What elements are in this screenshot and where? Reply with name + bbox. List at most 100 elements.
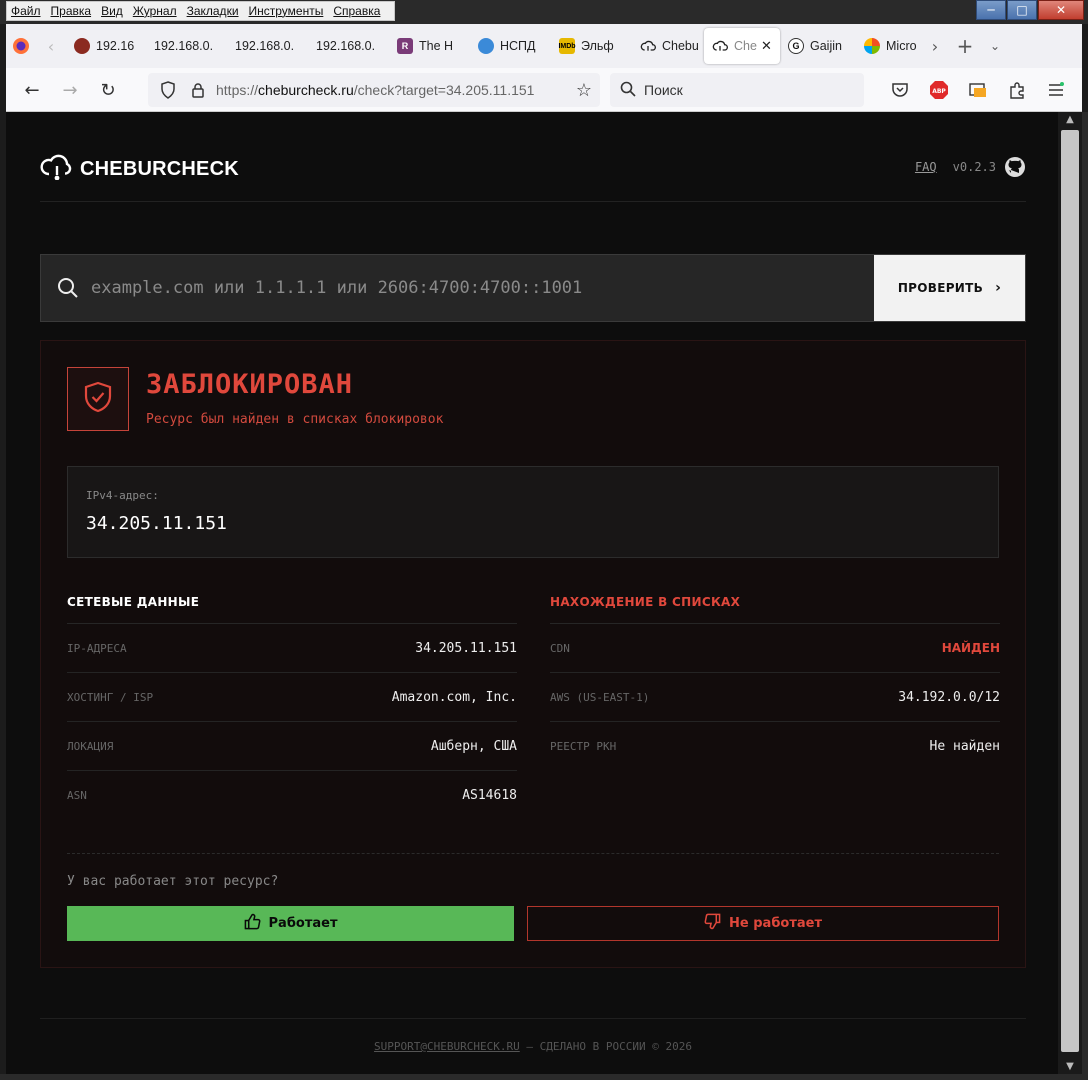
url-text: https://cheburcheck.ru/check?target=34.2… [216, 82, 534, 98]
tab-label: Эльф [581, 39, 614, 53]
row-value: 34.205.11.151 [415, 640, 517, 656]
tab-label: Micro [886, 39, 917, 53]
table-row: AWS (US-EAST-1) 34.192.0.0/12 [550, 673, 1000, 722]
check-button-label: ПРОВЕРИТЬ [897, 281, 984, 295]
tab-label: 192.168.0. [235, 39, 295, 53]
scrollbar-thumb[interactable] [1061, 130, 1079, 1052]
search-icon [620, 81, 636, 100]
tab-favicon-icon [74, 38, 90, 54]
menu-view[interactable]: Вид [101, 4, 123, 18]
back-icon[interactable]: ← [20, 78, 44, 102]
page-viewport: CHEBURCHECK FAQ v0.2.3 ПРОВЕРИТЬ › ЗАБЛО… [6, 112, 1058, 1074]
site-logo[interactable]: CHEBURCHECK [40, 152, 239, 186]
shield-check-icon [83, 381, 113, 417]
check-form: ПРОВЕРИТЬ › [40, 254, 1026, 322]
divider [67, 853, 999, 854]
screenshot-icon[interactable] [966, 78, 990, 102]
lock-icon[interactable] [188, 80, 208, 100]
tab-label: Gaijin [810, 39, 842, 53]
tab-the-h[interactable]: R The H [389, 28, 470, 64]
tab-label: The H [419, 39, 454, 53]
ip-label: IPv4-адрес: [86, 489, 159, 502]
tab-192-2[interactable]: 192.168.0. [146, 28, 227, 64]
list-all-tabs-icon[interactable]: ⌄ [980, 28, 1010, 64]
works-button-label: Работает [268, 916, 338, 931]
menu-history[interactable]: Журнал [133, 4, 177, 18]
adblock-icon[interactable]: ABP [927, 78, 951, 102]
reload-icon[interactable]: ↻ [96, 78, 120, 102]
minimize-button[interactable]: ─ [976, 0, 1006, 20]
tabs-scroll-left-icon[interactable]: ‹ [36, 28, 66, 64]
bookmark-star-icon[interactable]: ☆ [576, 80, 592, 101]
menu-edit[interactable]: Правка [51, 4, 92, 18]
tab-192-4[interactable]: 192.168.0. [308, 28, 389, 64]
menu-bar: Файл Правка Вид Журнал Закладки Инструме… [0, 0, 1088, 24]
tab-cheburcheck-active[interactable]: Che ✕ [704, 28, 780, 64]
footer-copyright: — СДЕЛАНО В РОССИИ © 2026 [519, 1040, 692, 1053]
row-key: CDN [550, 641, 570, 655]
page-scrollbar[interactable]: ▲ ▼ [1058, 112, 1082, 1074]
row-value: Amazon.com, Inc. [391, 689, 517, 705]
github-icon[interactable] [1004, 156, 1026, 178]
tab-nspd[interactable]: НСПД [470, 28, 551, 64]
url-prefix: https:// [216, 82, 259, 98]
tab-label: 192.16 [96, 39, 135, 53]
scroll-up-icon[interactable]: ▲ [1058, 114, 1082, 125]
tab-favicon-icon: G [788, 38, 804, 54]
tab-192-1[interactable]: 192.16 [66, 28, 146, 64]
row-value: Не найден [929, 739, 1000, 754]
menu-list: Файл Правка Вид Журнал Закладки Инструме… [6, 1, 396, 21]
firefox-icon[interactable] [6, 28, 36, 64]
scroll-down-icon[interactable]: ▼ [1058, 1061, 1082, 1072]
menu-help[interactable]: Справка [333, 4, 380, 18]
tracking-shield-icon[interactable] [158, 80, 178, 100]
feedback-question: У вас работает этот ресурс? [67, 874, 279, 889]
tab-gaijin[interactable]: G Gaijin [780, 28, 856, 64]
tab-close-icon[interactable]: ✕ [761, 38, 772, 54]
cloud-icon [640, 38, 656, 54]
works-button[interactable]: Работает [67, 906, 514, 941]
row-key: AWS (US-EAST-1) [550, 690, 650, 704]
tab-label: НСПД [500, 39, 536, 53]
tab-favicon-icon: IMDb [558, 38, 576, 54]
window-frame-right [1082, 112, 1088, 1080]
target-input[interactable] [91, 255, 861, 321]
tab-label: 192.168.0. [154, 39, 214, 53]
tab-favicon-icon [864, 38, 880, 54]
url-host: cheburcheck.ru [258, 82, 354, 98]
thumbs-down-icon [704, 913, 729, 934]
ip-value: 34.205.11.151 [86, 513, 227, 534]
faq-link[interactable]: FAQ [915, 160, 937, 174]
network-data-title: СЕТЕВЫЕ ДАННЫЕ [67, 595, 517, 624]
header-links: FAQ v0.2.3 [915, 156, 1026, 178]
not-works-button[interactable]: Не работает [527, 906, 999, 941]
tab-cheburcheck-1[interactable]: Chebu [632, 28, 704, 64]
blocklists-section: НАХОЖДЕНИЕ В СПИСКАХ CDN НАЙДЕН AWS (US-… [550, 595, 1000, 771]
chevron-right-icon: › [995, 280, 1002, 296]
status-title: ЗАБЛОКИРОВАН [146, 369, 354, 400]
menu-tools[interactable]: Инструменты [249, 4, 324, 18]
tabs-scroll-right-icon[interactable]: › [920, 28, 950, 64]
extensions-icon[interactable] [1005, 78, 1029, 102]
tab-192-3[interactable]: 192.168.0. [227, 28, 308, 64]
pocket-icon[interactable] [888, 78, 912, 102]
search-icon [57, 277, 79, 303]
tab-label: 192.168.0. [316, 39, 376, 53]
check-button[interactable]: ПРОВЕРИТЬ › [874, 255, 1025, 321]
menu-file[interactable]: Файл [11, 4, 41, 18]
row-value: AS14618 [462, 788, 517, 803]
tab-favicon-icon [478, 38, 494, 54]
row-value: Ашберн, США [430, 738, 517, 754]
menu-hamburger-icon[interactable] [1044, 78, 1068, 102]
menu-bookmarks[interactable]: Закладки [187, 4, 239, 18]
support-email-link[interactable]: SUPPORT@CHEBURCHECK.RU [374, 1040, 520, 1053]
browser-search-input[interactable]: Поиск [610, 73, 864, 107]
tab-elf[interactable]: IMDb Эльф [551, 28, 632, 64]
tab-micro[interactable]: Micro [856, 28, 920, 64]
new-tab-icon[interactable]: + [950, 28, 980, 64]
url-bar[interactable]: https://cheburcheck.ru/check?target=34.2… [148, 73, 600, 107]
maximize-button[interactable]: □ [1007, 0, 1037, 20]
forward-icon[interactable]: → [58, 78, 82, 102]
window-close-button[interactable]: ✕ [1038, 0, 1084, 20]
blocklists-title: НАХОЖДЕНИЕ В СПИСКАХ [550, 595, 1000, 624]
